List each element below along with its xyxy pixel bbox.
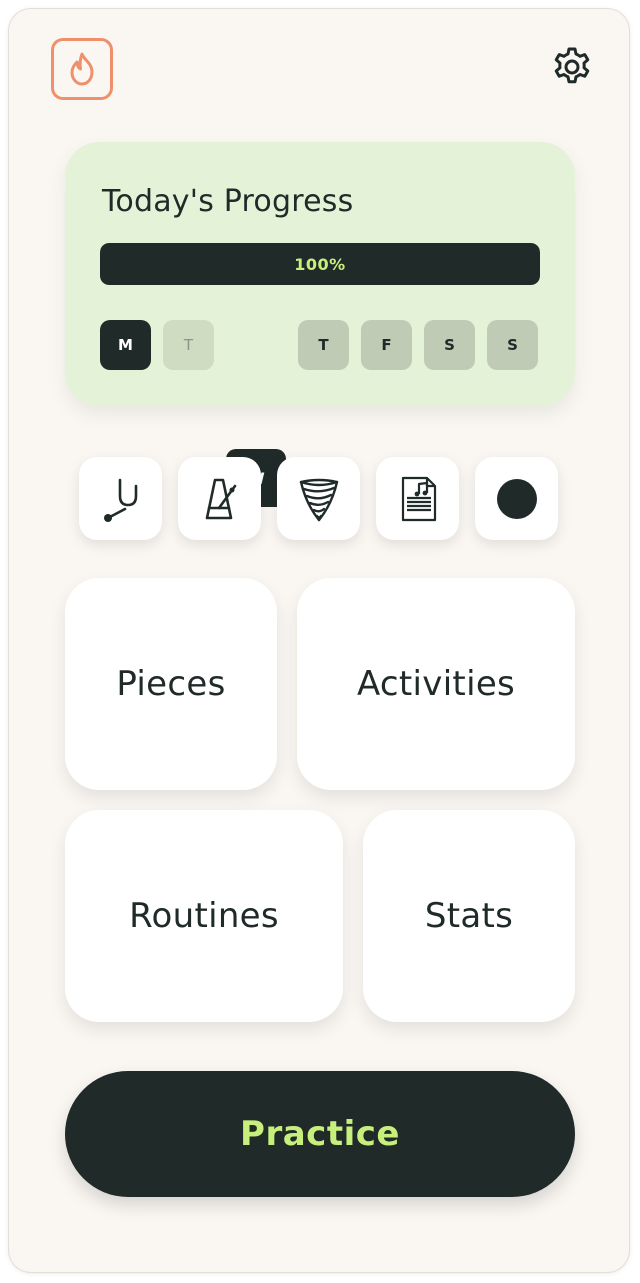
routines-tile[interactable]: Routines bbox=[65, 810, 343, 1022]
day-future-4[interactable]: F bbox=[361, 320, 412, 370]
day-future-3[interactable]: T bbox=[298, 320, 349, 370]
tuner-button[interactable] bbox=[79, 457, 162, 540]
stats-tile[interactable]: Stats bbox=[363, 810, 575, 1022]
progress-bar: 100% bbox=[100, 243, 540, 285]
record-button[interactable] bbox=[475, 457, 558, 540]
record-icon bbox=[496, 478, 537, 519]
drill-button[interactable] bbox=[277, 457, 360, 540]
tuning-fork-icon bbox=[103, 478, 137, 522]
gear-icon bbox=[554, 47, 590, 84]
progress-title: Today's Progress bbox=[102, 184, 354, 219]
day-missed-1[interactable]: T bbox=[163, 320, 214, 370]
todays-progress-card: Today's Progress 100% MTWTFSS bbox=[65, 142, 575, 507]
metronome-icon bbox=[205, 478, 236, 519]
pieces-tile[interactable]: Pieces bbox=[65, 578, 277, 790]
flame-icon bbox=[70, 52, 94, 86]
day-done-0[interactable]: M bbox=[100, 320, 151, 370]
activities-tile[interactable]: Activities bbox=[297, 578, 575, 790]
sheet-music-icon bbox=[401, 476, 436, 521]
practice-button[interactable]: Practice bbox=[65, 1071, 575, 1197]
day-future-5[interactable]: S bbox=[424, 320, 475, 370]
settings-button[interactable] bbox=[549, 44, 595, 90]
app-screen: Today's Progress 100% MTWTFSS bbox=[9, 9, 629, 1272]
tornado-icon bbox=[299, 478, 338, 521]
progress-percent: 100% bbox=[294, 254, 346, 274]
day-future-6[interactable]: S bbox=[487, 320, 538, 370]
metronome-button[interactable] bbox=[178, 457, 261, 540]
app-logo[interactable] bbox=[51, 38, 113, 100]
sheet-music-button[interactable] bbox=[376, 457, 459, 540]
